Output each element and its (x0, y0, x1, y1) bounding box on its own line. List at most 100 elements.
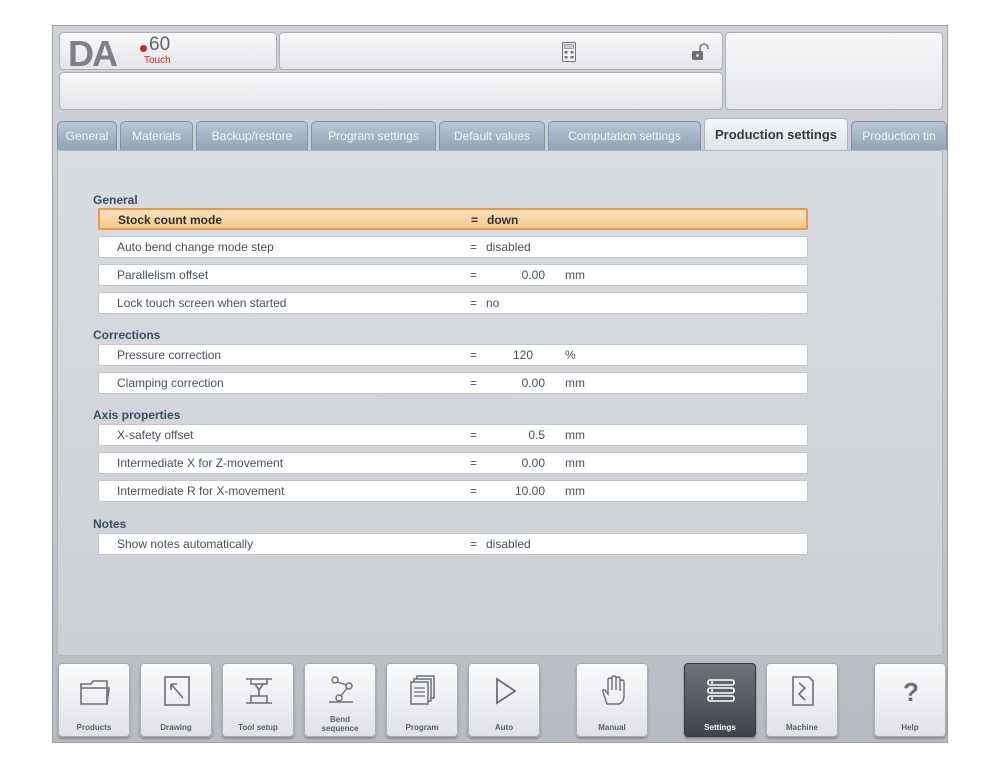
row-label: Parallelism offset (117, 268, 209, 282)
products-button[interactable]: Products (58, 663, 130, 737)
row-label: Show notes automatically (117, 537, 254, 551)
row-equals: = (471, 213, 479, 227)
row-label: Lock touch screen when started (117, 296, 287, 310)
tab-default-values[interactable]: Default values (439, 121, 545, 150)
row-equals: = (470, 240, 478, 254)
play-icon (496, 677, 517, 705)
row-label: Stock count mode (118, 213, 223, 227)
tab-backup-restore[interactable]: Backup/restore (196, 121, 308, 150)
section-axis-title: Axis properties (93, 408, 181, 422)
row-equals: = (470, 348, 478, 362)
tool-setup-label: Tool setup (238, 723, 278, 732)
row-show-notes[interactable]: Show notes automatically = disabled (98, 533, 808, 555)
row-value: 10.00 (514, 484, 545, 498)
calculator-icon[interactable] (562, 42, 576, 62)
row-equals: = (470, 296, 478, 310)
brand-logo: DA 60 Touch (59, 32, 277, 74)
row-label: X-safety offset (117, 428, 194, 442)
model-number: 60 (149, 34, 171, 55)
tool-setup-icon (246, 678, 272, 704)
tab-production-settings[interactable]: Production settings (704, 118, 848, 152)
control-screen: DA 60 Touch General Materials Backup/res… (52, 25, 948, 743)
row-pressure-correction[interactable]: Pressure correction = 120 % (98, 344, 808, 366)
settings-tabs: General Materials Backup/restore Program… (53, 118, 947, 152)
help-button[interactable]: ? Help (874, 663, 946, 737)
tab-production-time[interactable]: Production tin (851, 121, 947, 150)
drawing-button[interactable]: Drawing (140, 663, 212, 737)
program-pages-icon (410, 675, 435, 705)
bend-sequence-label-line1: Bend (330, 715, 350, 724)
row-label: Intermediate X for Z-movement (117, 456, 284, 470)
row-unit: mm (565, 268, 585, 282)
tab-program-settings[interactable]: Program settings (311, 121, 436, 150)
row-unit: mm (565, 456, 585, 470)
machine-label: Machine (785, 723, 818, 732)
row-unit: mm (565, 376, 585, 390)
unlocked-padlock-icon[interactable] (690, 43, 710, 61)
section-general-title: General (93, 193, 138, 207)
row-equals: = (470, 268, 478, 282)
row-intermediate-x[interactable]: Intermediate X for Z-movement = 0.00 mm (98, 452, 808, 474)
auto-label: Auto (494, 723, 514, 732)
auto-button[interactable]: Auto (468, 663, 540, 737)
row-value: 0.00 (521, 268, 545, 282)
row-unit: mm (565, 428, 585, 442)
tab-materials[interactable]: Materials (120, 121, 193, 150)
row-value: disabled (486, 537, 531, 551)
tool-setup-button[interactable]: Tool setup (222, 663, 294, 737)
row-unit: % (565, 348, 576, 362)
bend-sequence-icon (329, 676, 353, 703)
hand-icon (602, 675, 625, 705)
question-mark-icon: ? (903, 677, 919, 707)
brand-name: DA (68, 33, 118, 74)
status-bar (59, 72, 723, 110)
row-equals: = (470, 537, 478, 551)
row-x-safety-offset[interactable]: X-safety offset = 0.5 mm (98, 424, 808, 446)
title-bar (279, 32, 723, 70)
settings-button[interactable]: Settings (684, 663, 756, 737)
row-value: 0.00 (521, 376, 545, 390)
drawing-label: Drawing (160, 723, 192, 732)
machine-button[interactable]: Machine (766, 663, 838, 737)
row-unit: mm (565, 484, 585, 498)
folder-icon (80, 680, 110, 705)
bend-sequence-label: Bend sequence (305, 715, 375, 733)
row-value: 120 (512, 348, 533, 362)
manual-label: Manual (598, 723, 626, 732)
svg-text:?: ? (903, 677, 919, 707)
program-button[interactable]: Program (386, 663, 458, 737)
help-label: Help (901, 723, 919, 732)
program-label: Program (405, 723, 439, 732)
info-panel (725, 32, 943, 110)
row-label: Auto bend change mode step (117, 240, 274, 254)
row-stock-count-mode[interactable]: Stock count mode = down (98, 208, 808, 230)
tab-general[interactable]: General (57, 121, 117, 150)
row-equals: = (470, 456, 478, 470)
row-label: Intermediate R for X-movement (117, 484, 285, 498)
row-equals: = (470, 428, 478, 442)
row-value: no (486, 296, 500, 310)
settings-label: Settings (704, 723, 736, 732)
row-value: 0.00 (521, 456, 545, 470)
row-value: down (487, 213, 519, 227)
bend-sequence-label-line2: sequence (321, 724, 359, 733)
machine-icon (792, 676, 814, 706)
row-value: disabled (486, 240, 531, 254)
bend-sequence-button[interactable]: Bend sequence (304, 663, 376, 737)
row-equals: = (470, 484, 478, 498)
row-value: 0.5 (528, 428, 545, 442)
section-corrections-title: Corrections (93, 328, 161, 342)
drawing-icon (164, 676, 190, 706)
products-label: Products (76, 723, 112, 732)
tab-computation-settings[interactable]: Computation settings (548, 121, 701, 150)
settings-list-icon (707, 679, 735, 702)
row-auto-bend-change-mode-step[interactable]: Auto bend change mode step = disabled (98, 236, 808, 258)
row-lock-touch-screen[interactable]: Lock touch screen when started = no (98, 292, 808, 314)
row-parallelism-offset[interactable]: Parallelism offset = 0.00 mm (98, 264, 808, 286)
row-equals: = (470, 376, 478, 390)
brand-dot (140, 45, 147, 52)
row-label: Clamping correction (117, 376, 224, 390)
row-intermediate-r[interactable]: Intermediate R for X-movement = 10.00 mm (98, 480, 808, 502)
row-clamping-correction[interactable]: Clamping correction = 0.00 mm (98, 372, 808, 394)
manual-button[interactable]: Manual (576, 663, 648, 737)
